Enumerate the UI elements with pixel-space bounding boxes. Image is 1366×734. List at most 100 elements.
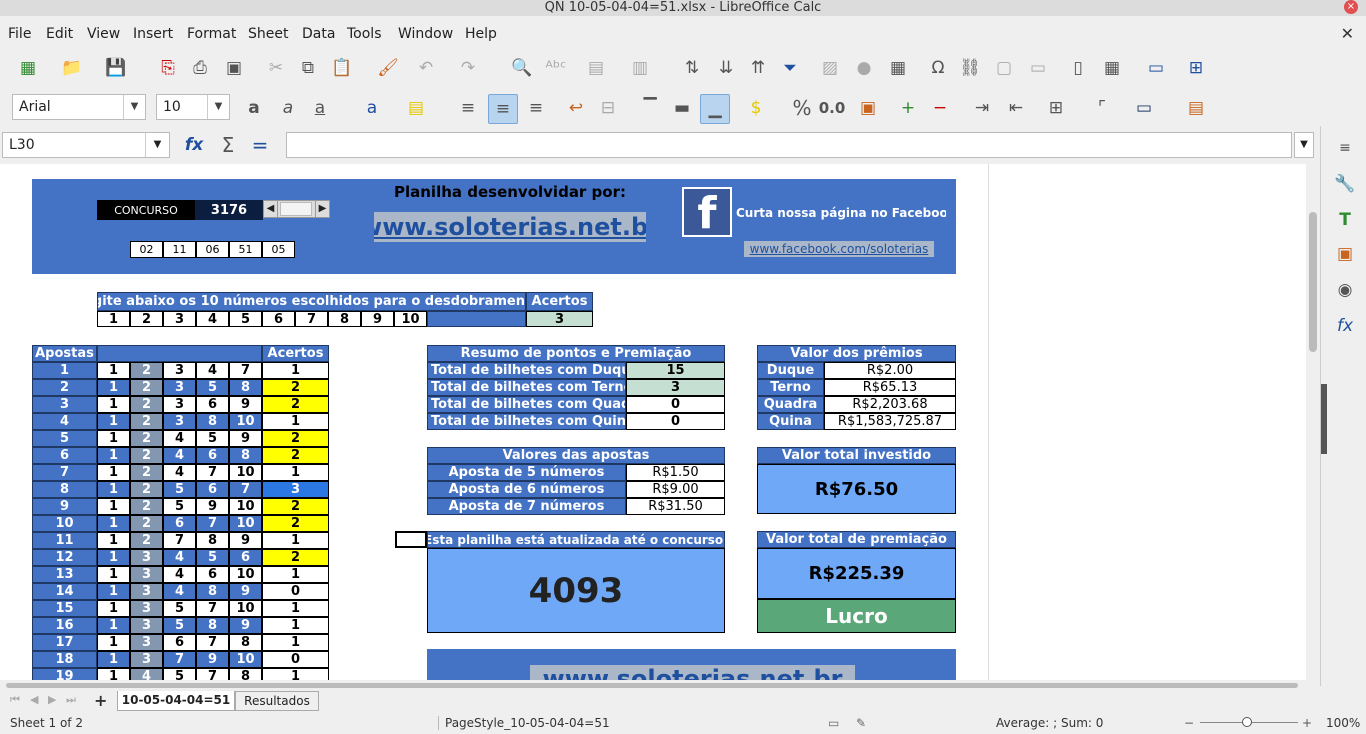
- clone-formatting-icon[interactable]: 🖌: [376, 56, 400, 80]
- conditional-format-icon[interactable]: ▤: [1184, 96, 1208, 120]
- chevron-down-icon[interactable]: ▼: [123, 95, 145, 119]
- horizontal-scroll-thumb[interactable]: [6, 683, 1298, 688]
- menu-help[interactable]: Help: [465, 26, 497, 42]
- column-icon[interactable]: ▥: [628, 56, 652, 80]
- sum-icon[interactable]: Σ: [216, 133, 240, 157]
- highlight-color-icon[interactable]: ▤: [404, 96, 428, 120]
- align-center-icon[interactable]: ≡: [488, 94, 518, 124]
- spinner-thumb[interactable]: [280, 202, 312, 216]
- underline-icon[interactable]: a: [308, 96, 332, 120]
- bold-icon[interactable]: a: [242, 96, 266, 120]
- spelling-icon[interactable]: ᴬᵇᶜ: [544, 56, 568, 80]
- new-spreadsheet-icon[interactable]: ▦: [16, 56, 40, 80]
- selected-cell-cursor[interactable]: [395, 531, 427, 548]
- define-print-area-icon[interactable]: ▯: [1066, 56, 1090, 80]
- document-modified-icon[interactable]: ✎: [856, 716, 866, 730]
- pivot-table-icon[interactable]: ▦: [886, 56, 910, 80]
- window-close-button[interactable]: ×: [1344, 0, 1358, 14]
- last-sheet-icon[interactable]: ⏭: [66, 693, 76, 707]
- concurso-spinner[interactable]: ◀ ▶: [263, 200, 330, 218]
- menu-format[interactable]: Format: [187, 26, 236, 42]
- formula-icon[interactable]: =: [248, 133, 272, 157]
- percent-icon[interactable]: %: [790, 96, 814, 120]
- show-draw-functions-icon[interactable]: ⊞: [1184, 56, 1208, 80]
- facebook-link[interactable]: www.facebook.com/soloterias: [744, 241, 934, 257]
- tab-resultados[interactable]: Resultados: [235, 691, 319, 711]
- vertical-scroll-thumb[interactable]: [1309, 212, 1317, 352]
- freeze-rows-icon[interactable]: ▦: [1100, 56, 1124, 80]
- special-character-icon[interactable]: Ω: [926, 56, 950, 80]
- row-icon[interactable]: ▤: [584, 56, 608, 80]
- print-icon[interactable]: ⎙: [188, 56, 212, 80]
- borders-icon[interactable]: ⊞: [1044, 96, 1068, 120]
- find-replace-icon[interactable]: 🔍: [510, 56, 534, 80]
- increase-indent-icon[interactable]: ⇥: [970, 96, 994, 120]
- decrease-indent-icon[interactable]: ⇤: [1004, 96, 1028, 120]
- close-document-icon[interactable]: ✕: [1341, 24, 1354, 43]
- font-name-combo[interactable]: Arial ▼: [12, 94, 146, 120]
- add-decimal-icon[interactable]: +: [896, 96, 920, 120]
- print-preview-icon[interactable]: ▣: [222, 56, 246, 80]
- menu-insert[interactable]: Insert: [133, 26, 173, 42]
- bottom-site-link[interactable]: www.soloterias.net.br: [530, 665, 855, 680]
- delete-decimal-icon[interactable]: −: [928, 96, 952, 120]
- styles-icon[interactable]: T: [1333, 208, 1357, 232]
- redo-icon[interactable]: ↷: [456, 56, 480, 80]
- menu-file[interactable]: File: [8, 26, 31, 42]
- font-size-combo[interactable]: 10 ▼: [156, 94, 230, 120]
- align-middle-icon[interactable]: ▬: [670, 96, 694, 120]
- menu-data[interactable]: Data: [302, 26, 335, 42]
- selection-mode-icon[interactable]: ▭: [828, 716, 839, 730]
- split-window-icon[interactable]: ▭: [1144, 56, 1168, 80]
- sidebar-collapse-handle[interactable]: [1321, 384, 1327, 454]
- currency-icon[interactable]: $: [744, 96, 768, 120]
- functions-icon[interactable]: fx: [1333, 314, 1357, 338]
- sort-descending-icon[interactable]: ⇊: [714, 56, 738, 80]
- spinner-left-icon[interactable]: ◀: [264, 201, 278, 217]
- formula-input[interactable]: [286, 132, 1292, 158]
- hyperlink-icon[interactable]: ⛓: [958, 56, 982, 80]
- zoom-out-icon[interactable]: −: [1184, 716, 1194, 730]
- vertical-scrollbar[interactable]: [1306, 164, 1320, 680]
- properties-icon[interactable]: 🔧: [1333, 172, 1357, 196]
- facebook-icon[interactable]: f: [682, 187, 732, 239]
- name-box[interactable]: L30 ▼: [2, 132, 170, 158]
- menu-window[interactable]: Window: [398, 26, 453, 42]
- sort-icon[interactable]: ⇅: [680, 56, 704, 80]
- menu-edit[interactable]: Edit: [46, 26, 73, 42]
- next-sheet-icon[interactable]: ▶: [48, 693, 56, 706]
- export-pdf-icon[interactable]: ⎘: [156, 56, 180, 80]
- number-format-icon[interactable]: 0.0: [819, 96, 846, 120]
- navigator-icon[interactable]: ◉: [1333, 278, 1357, 302]
- save-icon[interactable]: 💾: [104, 56, 128, 80]
- insert-chart-icon[interactable]: ●: [852, 56, 876, 80]
- first-sheet-icon[interactable]: ⏮: [10, 693, 20, 707]
- open-folder-icon[interactable]: 📁: [60, 56, 84, 80]
- merge-cells-icon[interactable]: ⊟: [596, 96, 620, 120]
- prev-sheet-icon[interactable]: ◀: [30, 693, 38, 706]
- paste-icon[interactable]: 📋: [330, 56, 354, 80]
- wrap-text-icon[interactable]: ↩: [564, 96, 588, 120]
- sort-ascending-icon[interactable]: ⇈: [746, 56, 770, 80]
- comment-icon[interactable]: ▢: [992, 56, 1016, 80]
- font-color-icon[interactable]: a: [360, 96, 384, 120]
- spinner-right-icon[interactable]: ▶: [315, 201, 329, 217]
- add-sheet-icon[interactable]: +: [94, 691, 107, 710]
- date-format-icon[interactable]: ▣: [856, 96, 880, 120]
- copy-icon[interactable]: ⧉: [296, 56, 320, 80]
- zoom-in-icon[interactable]: +: [1302, 716, 1312, 730]
- align-top-icon[interactable]: ▔: [638, 96, 662, 120]
- chevron-down-icon[interactable]: ▼: [145, 133, 169, 157]
- header-footer-icon[interactable]: ▭: [1026, 56, 1050, 80]
- gallery-icon[interactable]: ▣: [1333, 242, 1357, 266]
- undo-icon[interactable]: ↶: [414, 56, 438, 80]
- cut-icon[interactable]: ✂: [264, 56, 288, 80]
- chevron-down-icon[interactable]: ▼: [207, 95, 229, 119]
- sidebar-menu-icon[interactable]: ≡: [1333, 136, 1357, 160]
- zoom-slider-thumb[interactable]: [1242, 717, 1252, 727]
- function-wizard-icon[interactable]: fx: [182, 133, 206, 157]
- autofilter-icon[interactable]: ⏷: [778, 56, 802, 80]
- spreadsheet-grid[interactable]: CONCURSO 3176 ◀ ▶ 02 11 06 51 05 Planilh…: [0, 164, 1306, 680]
- menu-tools[interactable]: Tools: [347, 26, 382, 42]
- border-color-icon[interactable]: ▭: [1132, 96, 1156, 120]
